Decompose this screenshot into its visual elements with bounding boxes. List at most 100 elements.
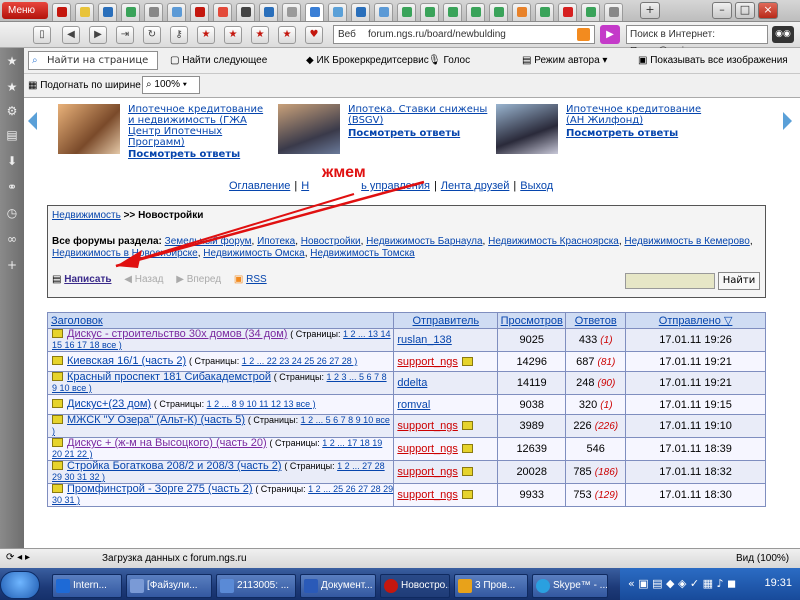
- ads-next-arrow-icon[interactable]: [783, 112, 792, 130]
- tab-4[interactable]: [121, 3, 140, 21]
- col-sender-header[interactable]: Отправитель: [393, 312, 499, 329]
- show-images-button[interactable]: ▣ Показывать все изображения: [638, 55, 788, 66]
- find-on-page-input[interactable]: ⌕ Найти на странице: [28, 51, 158, 70]
- start-button[interactable]: [0, 571, 40, 599]
- bookmark-star-icon[interactable]: ★: [251, 26, 269, 44]
- web-search-input[interactable]: Поиск в Интернет: Поиск@mai: [626, 25, 768, 57]
- section-link[interactable]: Недвижимость Барнаула: [366, 236, 482, 247]
- col-date-header[interactable]: Отправлено ▽: [625, 312, 766, 329]
- history-clock-icon[interactable]: ◷: [5, 206, 19, 220]
- sender-link[interactable]: ruslan_138: [397, 334, 451, 346]
- bookmarks-star-icon[interactable]: ★: [5, 54, 19, 68]
- taskbar-item[interactable]: [Файзули...: [126, 574, 212, 598]
- topic-link[interactable]: МЖСК "У Озера" (Альт-К) (часть 5): [67, 414, 245, 426]
- zoom-select[interactable]: ⌕ 100% ▾: [142, 76, 200, 94]
- author-mode-button[interactable]: ▤ Режим автора ▾: [522, 55, 607, 66]
- exit-link[interactable]: Выход: [520, 180, 553, 192]
- binoculars-icon[interactable]: ◉◉: [772, 26, 794, 43]
- close-window-button[interactable]: ×: [758, 2, 778, 19]
- friends-feed-link[interactable]: Лента друзей: [441, 180, 510, 192]
- topic-link[interactable]: Дискус + (ж-м на Высоцкого) (часть 20): [67, 437, 267, 449]
- write-post-link[interactable]: Написать: [64, 274, 111, 285]
- ad-answers-link-2[interactable]: Посмотреть ответы: [348, 128, 460, 139]
- tab-18[interactable]: [443, 3, 462, 21]
- bookmark-star-icon[interactable]: ★: [224, 26, 242, 44]
- panel-toggle-icon[interactable]: ▯: [33, 26, 51, 44]
- tab-25[interactable]: [604, 3, 623, 21]
- downloads-icon[interactable]: ⬇: [5, 154, 19, 168]
- settings-gear-icon[interactable]: ⚙: [5, 104, 19, 118]
- topic-link[interactable]: Киевская 16/1 (часть 2): [67, 355, 186, 367]
- ads-prev-arrow-icon[interactable]: [28, 112, 37, 130]
- bookmark-broker[interactable]: ◆ ИК Брокеркредитсервис: [306, 55, 429, 66]
- rss-feed-icon[interactable]: [577, 28, 590, 41]
- tab-22[interactable]: [535, 3, 554, 21]
- ad-link-1[interactable]: Ипотечное кредитование и недвижимость (Г…: [128, 104, 268, 148]
- ad-answers-link-1[interactable]: Посмотреть ответы: [128, 149, 240, 160]
- bookmark-star-icon[interactable]: ★: [197, 26, 215, 44]
- pages-links[interactable]: 1 2 ... 8 9 10 11 12 13 все ): [207, 399, 316, 409]
- forum-search-button[interactable]: Найти: [718, 272, 760, 290]
- fit-width-button[interactable]: ▦ Подогнать по ширине: [28, 80, 141, 91]
- rss-link[interactable]: RSS: [246, 274, 267, 285]
- tab-7[interactable]: [190, 3, 209, 21]
- sender-link[interactable]: support_ngs: [397, 420, 458, 432]
- forum-search-input[interactable]: [625, 273, 715, 289]
- tab-19[interactable]: [466, 3, 485, 21]
- heart-icon[interactable]: ♥: [305, 26, 323, 44]
- col-views-header[interactable]: Просмотров: [497, 312, 567, 329]
- breadcrumb-root-link[interactable]: Недвижимость: [52, 210, 121, 221]
- taskbar-item-active[interactable]: Новостро...: [380, 574, 450, 598]
- taskbar-item[interactable]: 2113005: ...: [216, 574, 296, 598]
- minimize-button[interactable]: –: [712, 2, 732, 19]
- topic-link[interactable]: Стройка Богаткова 208/2 и 208/3 (часть 2…: [67, 460, 282, 472]
- sender-link[interactable]: support_ngs: [397, 466, 458, 478]
- tab-3[interactable]: [98, 3, 117, 21]
- ad-link-3[interactable]: Ипотечное кредитование (АН Жилфонд): [566, 104, 706, 126]
- links-icon[interactable]: ⚭: [5, 180, 19, 194]
- pages-links[interactable]: 1 2 ... 22 23 24 25 26 27 28 ): [242, 356, 358, 366]
- tab-2[interactable]: [75, 3, 94, 21]
- topic-link[interactable]: Промфинстрой - Зорге 275 (часть 2): [67, 483, 253, 495]
- tab-10[interactable]: [259, 3, 278, 21]
- widgets-star-icon[interactable]: ★: [5, 80, 19, 94]
- voice-button[interactable]: 🎙 Голос: [428, 55, 470, 66]
- tab-9[interactable]: [236, 3, 255, 21]
- section-link[interactable]: Недвижимость Красноярска: [488, 236, 619, 247]
- sender-link[interactable]: support_ngs: [397, 443, 458, 455]
- section-link[interactable]: Земельный форум: [165, 236, 252, 247]
- back-button[interactable]: ◀: [62, 26, 80, 44]
- section-link[interactable]: Недвижимость Омска: [203, 248, 304, 259]
- section-link[interactable]: Новостройки: [301, 236, 361, 247]
- status-zoom[interactable]: Вид (100%): [736, 553, 789, 564]
- tab-6[interactable]: [167, 3, 186, 21]
- tab-24[interactable]: [581, 3, 600, 21]
- tab-1[interactable]: [52, 3, 71, 21]
- taskbar-item[interactable]: 3 Пров...: [454, 574, 528, 598]
- maximize-button[interactable]: □: [735, 2, 755, 19]
- tab-21[interactable]: [512, 3, 531, 21]
- find-next-button[interactable]: ▢ Найти следующее: [170, 55, 267, 66]
- tab-14[interactable]: [351, 3, 370, 21]
- go-button[interactable]: ▶: [600, 25, 620, 44]
- sender-link[interactable]: ddelta: [397, 377, 427, 389]
- control-panel-link[interactable]: ь управления: [361, 180, 430, 192]
- tab-15[interactable]: [374, 3, 393, 21]
- topic-link[interactable]: Красный проспект 181 Сибакадемстрой: [67, 371, 271, 383]
- address-bar[interactable]: Веб forum.ngs.ru/board/newbulding: [333, 25, 595, 44]
- ad-answers-link-3[interactable]: Посмотреть ответы: [566, 128, 678, 139]
- ad-link-2[interactable]: Ипотека. Ставки снижены (BSGV): [348, 104, 488, 126]
- tab-16[interactable]: [397, 3, 416, 21]
- section-link[interactable]: Ипотека: [257, 236, 295, 247]
- tab-11[interactable]: [282, 3, 301, 21]
- tab-17[interactable]: [420, 3, 439, 21]
- contents-link[interactable]: Оглавление: [229, 180, 290, 192]
- section-link[interactable]: Недвижимость Томска: [310, 248, 415, 259]
- bookmark-star-icon[interactable]: ★: [278, 26, 296, 44]
- tab-20[interactable]: [489, 3, 508, 21]
- tab-23[interactable]: [558, 3, 577, 21]
- sender-link[interactable]: romval: [397, 399, 430, 411]
- transfers-icon[interactable]: ∞: [5, 232, 19, 246]
- col-title-header[interactable]: Заголовок: [46, 312, 395, 329]
- taskbar-item[interactable]: Intern...: [52, 574, 122, 598]
